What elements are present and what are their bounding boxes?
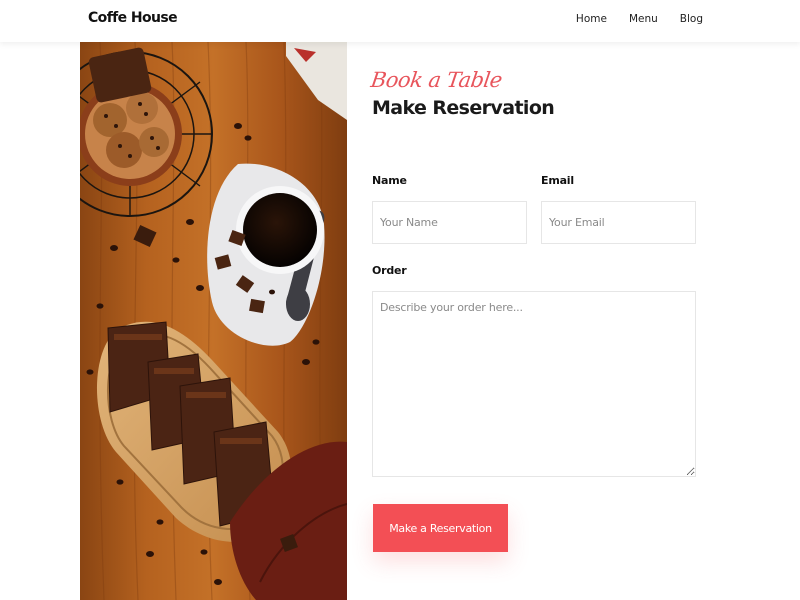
nav-menu-link[interactable]: Menu bbox=[629, 13, 658, 25]
coffee-photo bbox=[80, 42, 347, 600]
coffee-table-illustration bbox=[80, 42, 347, 600]
make-reservation-button[interactable]: Make a Reservation bbox=[373, 504, 508, 552]
name-input[interactable] bbox=[372, 201, 527, 244]
email-label: Email bbox=[541, 174, 574, 187]
section-eyebrow: Book a Table bbox=[369, 68, 504, 92]
order-textarea[interactable] bbox=[372, 291, 696, 477]
main-nav: Home Menu Blog bbox=[576, 13, 703, 25]
section-title: Make Reservation bbox=[372, 97, 555, 119]
brand-logo[interactable]: Coffe House bbox=[88, 10, 178, 26]
nav-blog-link[interactable]: Blog bbox=[680, 13, 703, 25]
email-input[interactable] bbox=[541, 201, 696, 244]
name-label: Name bbox=[372, 174, 407, 187]
nav-home-link[interactable]: Home bbox=[576, 13, 607, 25]
navbar: Coffe House Home Menu Blog bbox=[0, 0, 800, 42]
order-label: Order bbox=[372, 264, 407, 277]
